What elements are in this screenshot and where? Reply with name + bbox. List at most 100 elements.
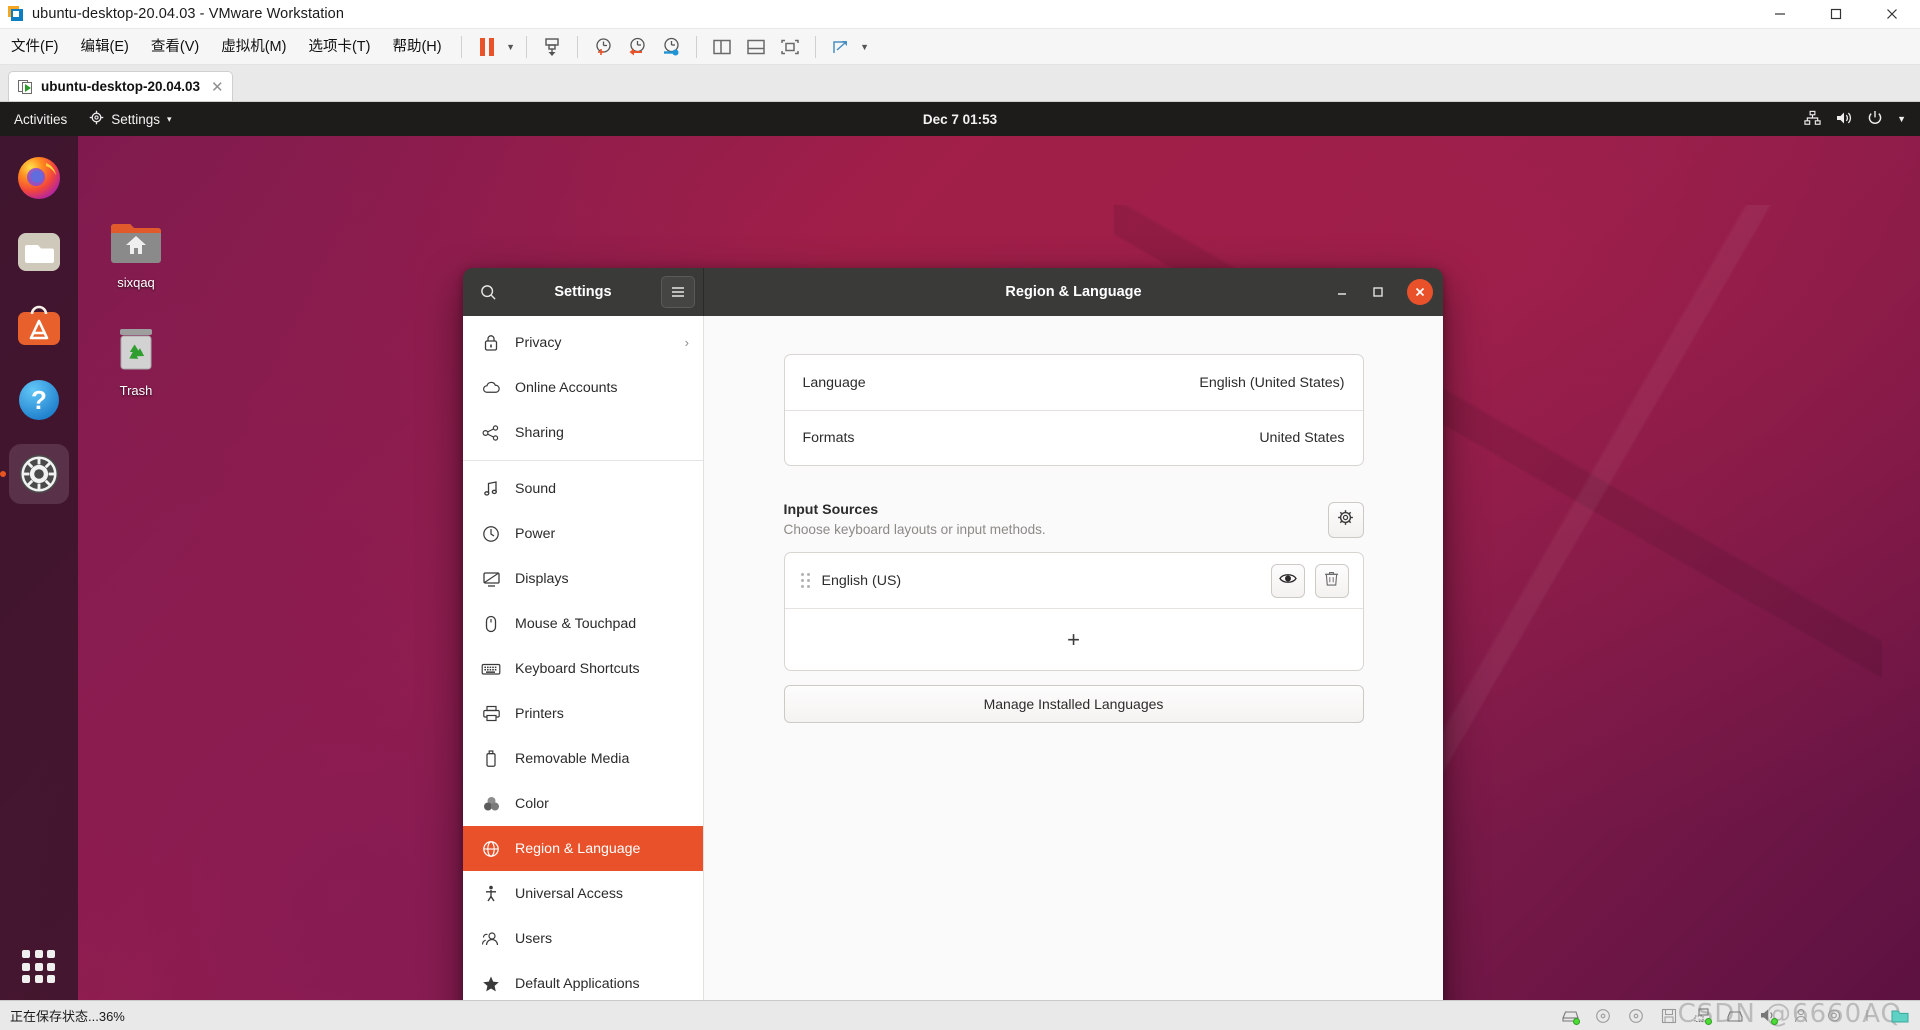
menu-edit[interactable]: 编辑(E) (70, 29, 140, 65)
sidebar-item-sound[interactable]: Sound (463, 466, 703, 511)
vmware-titlebar: ubuntu-desktop-20.04.03 - VMware Worksta… (0, 0, 1920, 29)
power-icon[interactable] (1867, 110, 1883, 129)
network-adapter-icon[interactable] (1692, 1007, 1712, 1025)
activities-button[interactable]: Activities (0, 112, 79, 127)
topbar-clock[interactable]: Dec 7 01:53 (923, 112, 997, 127)
vm-tab-close-icon[interactable]: ✕ (211, 78, 224, 96)
input-source-options-button[interactable] (1327, 502, 1364, 538)
network-icon[interactable] (1804, 110, 1821, 129)
sidebar-item-keyboard-shortcuts[interactable]: Keyboard Shortcuts (463, 646, 703, 691)
snapshot-manager-icon[interactable] (654, 32, 688, 62)
sidebar-item-displays[interactable]: Displays (463, 556, 703, 601)
language-label: Language (802, 374, 866, 391)
desktop-icon-trash[interactable]: Trash (88, 324, 184, 398)
cd-drive-2-icon[interactable] (1626, 1007, 1646, 1025)
vm-tab-ubuntu-desktop[interactable]: ubuntu-desktop-20.04.03 ✕ (8, 71, 233, 101)
volume-icon[interactable] (1835, 110, 1853, 129)
sidebar-item-privacy[interactable]: Privacy › (463, 320, 703, 365)
printer-status-icon[interactable] (1791, 1007, 1811, 1025)
sidebar-item-label: Removable Media (515, 750, 630, 767)
users-icon (481, 929, 501, 949)
sidebar-item-removable-media[interactable]: Removable Media (463, 736, 703, 781)
menu-help[interactable]: 帮助(H) (381, 29, 452, 65)
vmware-minimize-button[interactable] (1752, 0, 1808, 29)
show-console-icon[interactable] (739, 32, 773, 62)
send-ctrl-alt-del-icon[interactable] (535, 32, 569, 62)
language-row[interactable]: Language English (United States) (785, 355, 1363, 410)
mouse-icon (481, 614, 501, 634)
floppy-icon[interactable] (1659, 1007, 1679, 1025)
vmware-maximize-button[interactable] (1808, 0, 1864, 29)
formats-row[interactable]: Formats United States (784, 410, 1363, 465)
cd-drive-1-icon[interactable] (1593, 1007, 1613, 1025)
toolbar-separator (814, 35, 816, 58)
gnome-top-panel: Activities Settings ▾ Dec 7 01:53 ▼ (0, 102, 1920, 136)
sidebar-item-region-language[interactable]: Region & Language (463, 826, 703, 871)
desktop-icon-home[interactable]: sixqaq (88, 218, 184, 290)
dock-firefox[interactable] (9, 148, 69, 208)
settings-maximize-button[interactable] (1371, 285, 1385, 299)
menu-file[interactable]: 文件(F) (0, 29, 70, 65)
sidebar-item-label: Color (515, 795, 549, 812)
shared-folders-icon[interactable] (1890, 1007, 1910, 1025)
dock-files[interactable] (9, 222, 69, 282)
dock-settings[interactable] (9, 444, 69, 504)
manage-installed-languages-button[interactable]: Manage Installed Languages (783, 685, 1364, 723)
menu-vm[interactable]: 虚拟机(M) (210, 29, 297, 65)
vmware-window-title: ubuntu-desktop-20.04.03 - VMware Worksta… (32, 6, 345, 22)
unity-mode-icon[interactable] (773, 32, 807, 62)
system-tray: ▼ (1804, 110, 1920, 129)
sidebar-item-online-accounts[interactable]: Online Accounts (463, 365, 703, 410)
snapshot-take-icon[interactable] (586, 32, 620, 62)
hamburger-menu-icon[interactable] (661, 276, 695, 308)
sidebar-item-label: Universal Access (515, 885, 624, 902)
gear-icon (89, 110, 104, 128)
show-applications-icon[interactable] (22, 950, 56, 984)
usb-controller-icon[interactable] (1725, 1007, 1745, 1025)
menu-tabs[interactable]: 选项卡(T) (297, 29, 381, 65)
settings-close-button[interactable] (1407, 279, 1433, 305)
sidebar-item-power[interactable]: Power (463, 511, 703, 556)
sidebar-item-sharing[interactable]: Sharing (463, 410, 703, 455)
input-sources-card: English (US) + (783, 552, 1364, 671)
hard-disk-icon[interactable] (1560, 1007, 1580, 1025)
app-menu-button[interactable]: Settings ▾ (79, 110, 181, 128)
fullscreen-icon[interactable] (824, 32, 858, 62)
svg-text:?: ? (31, 385, 47, 415)
sidebar-item-mouse-touchpad[interactable]: Mouse & Touchpad (463, 601, 703, 646)
snapshot-revert-icon[interactable] (620, 32, 654, 62)
camera-icon[interactable] (1824, 1007, 1844, 1025)
sidebar-item-universal-access[interactable]: Universal Access (463, 871, 703, 916)
power-circle-icon (481, 524, 501, 544)
show-sidebar-icon[interactable] (705, 32, 739, 62)
fullscreen-caret-icon[interactable]: ▼ (858, 32, 872, 62)
language-formats-card: Language English (United States) Formats… (783, 354, 1364, 466)
sidebar-item-printers[interactable]: Printers (463, 691, 703, 736)
settings-minimize-button[interactable] (1335, 285, 1349, 299)
drag-handle-icon[interactable] (800, 573, 810, 588)
vmware-close-button[interactable] (1864, 0, 1920, 29)
vmware-statusbar: 正在保存状态...36% CSDN @6660AQ (0, 999, 1920, 1030)
preview-layout-button[interactable] (1270, 563, 1305, 598)
dock-help[interactable]: ? (9, 370, 69, 430)
pause-icon[interactable] (470, 32, 504, 62)
settings-headerbar-right: Region & Language (704, 268, 1443, 316)
vm-powered-on-icon (18, 79, 34, 94)
display-status-icon[interactable] (1857, 1007, 1877, 1025)
sound-card-icon[interactable] (1758, 1007, 1778, 1025)
sidebar-item-users[interactable]: Users (463, 916, 703, 961)
add-input-source-button[interactable]: + (784, 608, 1363, 670)
input-source-row[interactable]: English (US) (785, 553, 1363, 608)
toolbar-separator (460, 35, 462, 58)
remove-input-source-button[interactable] (1314, 563, 1349, 598)
settings-headerbar-left: Settings (463, 268, 704, 316)
search-icon[interactable] (471, 276, 505, 308)
sidebar-item-label: Displays (515, 570, 569, 587)
sidebar-item-default-applications[interactable]: Default Applications (463, 961, 703, 1000)
menu-view[interactable]: 查看(V) (140, 29, 210, 65)
dropdown-caret-icon[interactable]: ▼ (504, 32, 518, 62)
sidebar-item-label: Mouse & Touchpad (515, 615, 637, 632)
sidebar-item-color[interactable]: Color (463, 781, 703, 826)
dock-software[interactable] (9, 296, 69, 356)
tray-caret-icon[interactable]: ▼ (1897, 114, 1906, 124)
